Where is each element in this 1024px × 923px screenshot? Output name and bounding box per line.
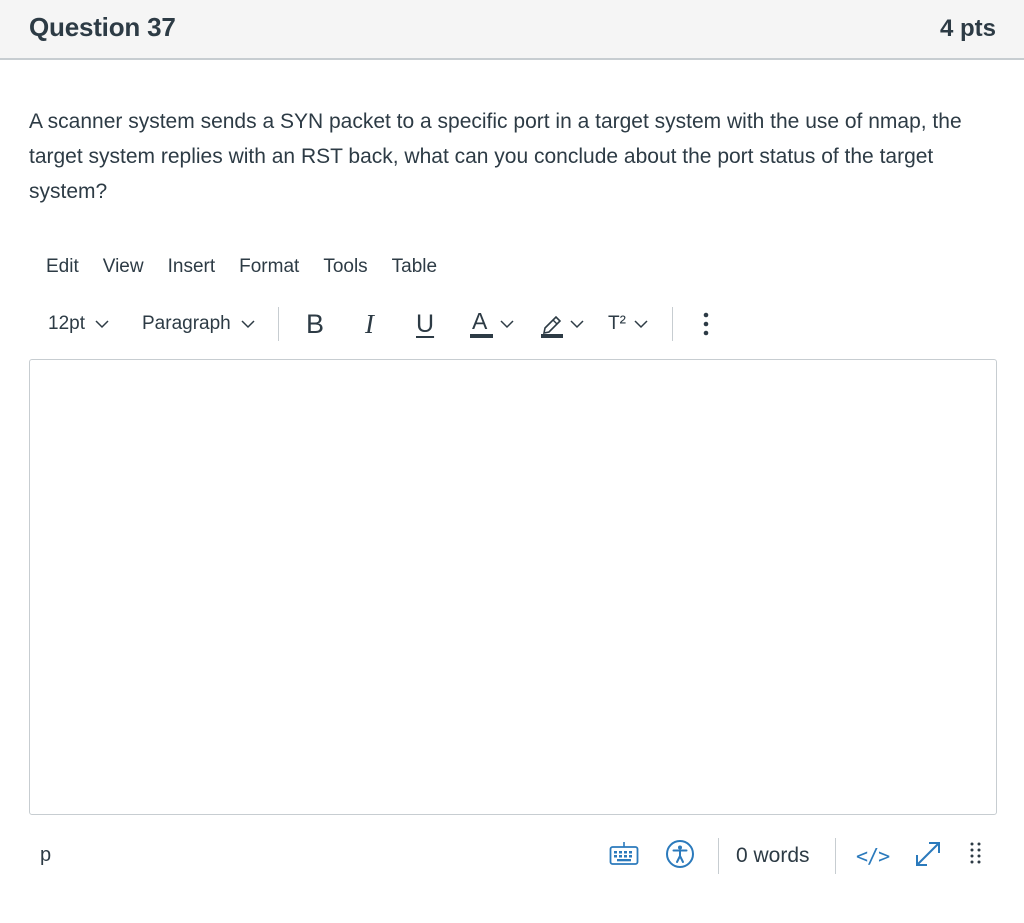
text-color-label: A bbox=[472, 308, 488, 334]
more-options-button[interactable] bbox=[702, 304, 710, 344]
fullscreen-button[interactable] bbox=[912, 830, 944, 882]
italic-button[interactable]: I bbox=[365, 304, 374, 344]
resize-handle[interactable] bbox=[969, 830, 983, 882]
rich-text-editor-area[interactable] bbox=[29, 359, 997, 815]
font-size-value: 12pt bbox=[48, 313, 85, 334]
superscript-label: T² bbox=[608, 313, 626, 334]
accessibility-icon bbox=[665, 839, 695, 874]
accessibility-checker-button[interactable] bbox=[665, 830, 695, 882]
editor-menubar: Edit View Insert Format Tools Table bbox=[34, 254, 449, 284]
menu-insert[interactable]: Insert bbox=[156, 254, 228, 284]
editor-toolbar: 12pt Paragraph B I U A T² bbox=[38, 304, 728, 344]
bold-label: B bbox=[306, 308, 325, 339]
menu-tools[interactable]: Tools bbox=[311, 254, 379, 284]
quiz-question: Question 37 4 pts A scanner system sends… bbox=[0, 0, 1024, 923]
question-points: 4 pts bbox=[939, 15, 996, 42]
menu-view[interactable]: View bbox=[91, 254, 156, 284]
resize-handle-icon bbox=[969, 841, 983, 872]
keyboard-shortcuts-button[interactable] bbox=[609, 830, 639, 882]
question-header: Question 37 4 pts bbox=[0, 0, 1024, 60]
block-format-value: Paragraph bbox=[142, 313, 231, 334]
menu-table[interactable]: Table bbox=[380, 254, 449, 284]
toolbar-divider bbox=[278, 307, 279, 341]
vertical-ellipsis-icon bbox=[702, 311, 710, 337]
menu-format[interactable]: Format bbox=[227, 254, 311, 284]
statusbar-divider bbox=[835, 838, 836, 874]
font-size-dropdown[interactable]: 12pt bbox=[48, 304, 109, 344]
highlighter-icon bbox=[540, 309, 564, 339]
editor-statusbar: p 0 words </> bbox=[29, 830, 997, 882]
html-editor-toggle[interactable]: </> bbox=[856, 830, 890, 882]
expand-icon bbox=[912, 838, 944, 875]
chevron-down-icon bbox=[634, 319, 648, 329]
chevron-down-icon bbox=[241, 319, 255, 329]
question-text: A scanner system sends a SYN packet to a… bbox=[29, 110, 962, 203]
highlight-color-button[interactable] bbox=[540, 304, 584, 344]
text-color-icon: A bbox=[470, 308, 494, 340]
word-count-button[interactable]: 0 words bbox=[736, 830, 810, 882]
underline-label: U bbox=[416, 309, 435, 338]
toolbar-divider bbox=[672, 307, 673, 341]
underline-button[interactable]: U bbox=[416, 304, 434, 344]
word-count: 0 words bbox=[736, 844, 810, 867]
keyboard-icon bbox=[609, 841, 639, 871]
chevron-down-icon bbox=[570, 319, 584, 329]
chevron-down-icon bbox=[95, 319, 109, 329]
question-title: Question 37 bbox=[29, 12, 176, 42]
statusbar-divider bbox=[718, 838, 719, 874]
code-icon: </> bbox=[856, 844, 890, 868]
chevron-down-icon bbox=[500, 319, 514, 329]
italic-label: I bbox=[365, 308, 374, 339]
block-format-dropdown[interactable]: Paragraph bbox=[142, 304, 255, 344]
text-color-button[interactable]: A bbox=[470, 304, 514, 344]
menu-edit[interactable]: Edit bbox=[34, 254, 91, 284]
superscript-button[interactable]: T² bbox=[608, 304, 648, 344]
bold-button[interactable]: B bbox=[306, 304, 324, 344]
element-path[interactable]: p bbox=[40, 844, 51, 867]
